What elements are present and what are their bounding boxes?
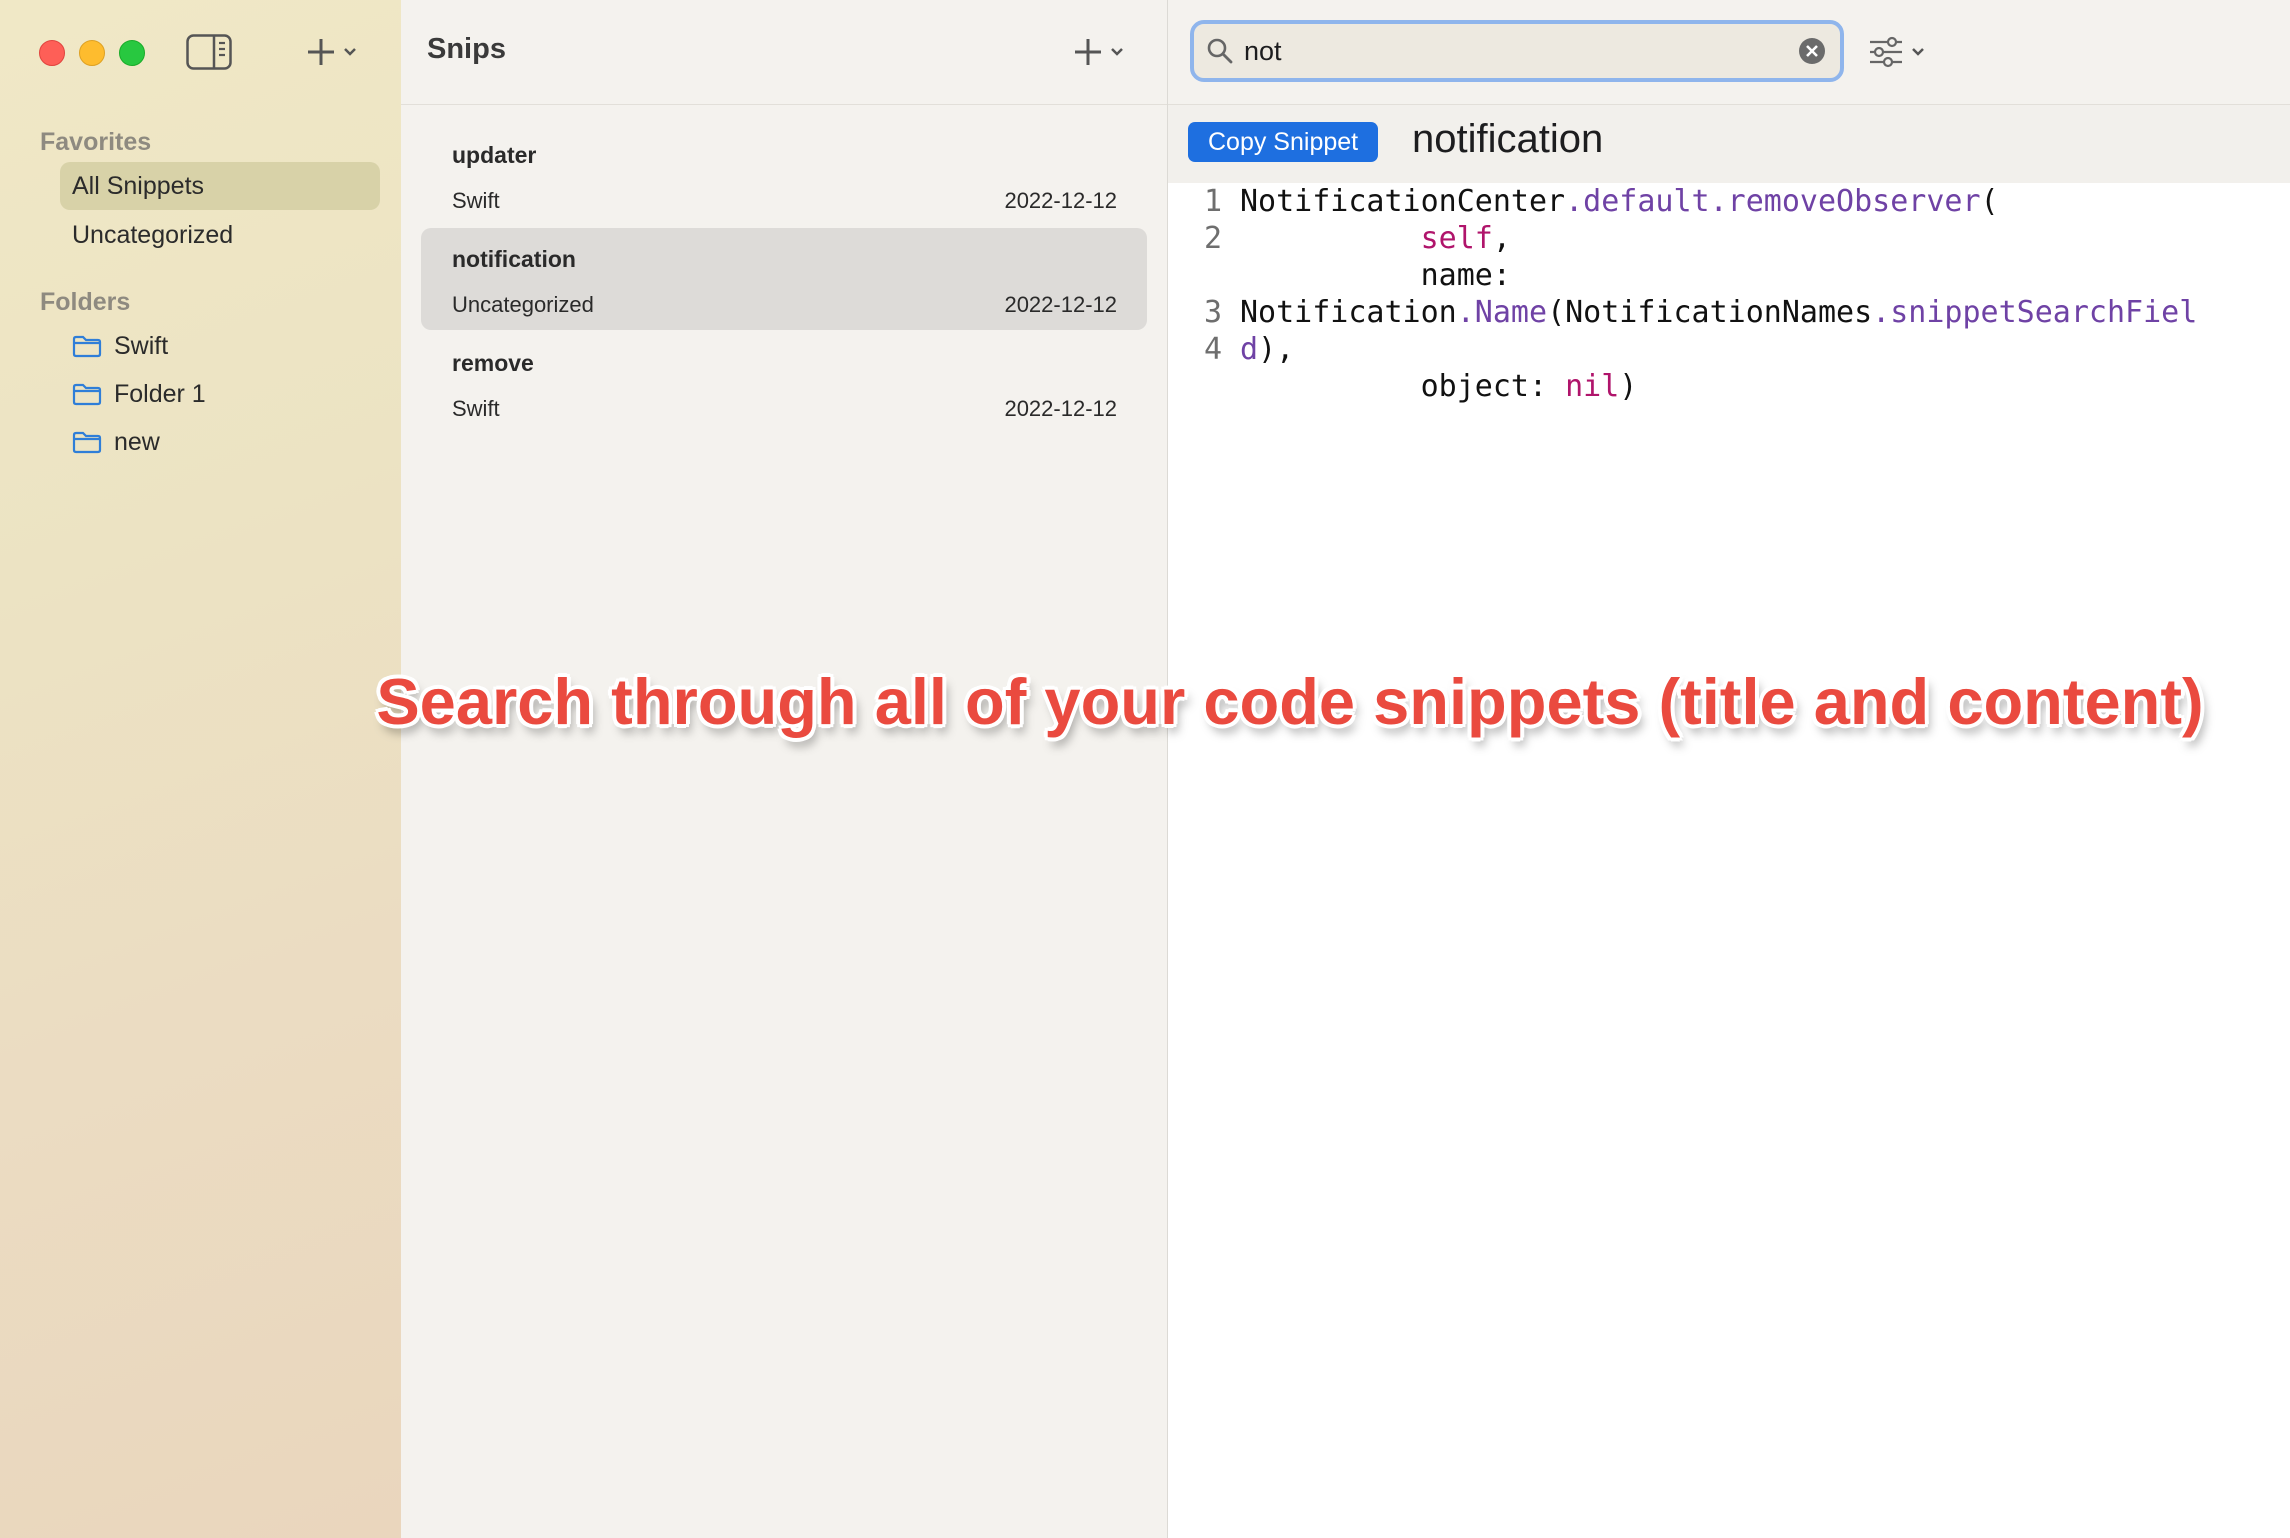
promo-caption: Search through all of your code snippets… (376, 665, 2204, 738)
sidebar-item-label: All Snippets (72, 171, 205, 200)
line-number: 3 (1204, 295, 1223, 330)
snippet-title-heading: notification (1412, 117, 1604, 161)
snippet-detail-pane: Copy Snippet notification 1 2 3 4 Notifi… (1168, 0, 2290, 1538)
list-title: Snips (427, 33, 506, 65)
search-field[interactable] (1190, 20, 1844, 82)
snippet-date: 2022-12-12 (1004, 396, 1117, 421)
chevron-down-icon (1912, 48, 1924, 56)
zoom-window-button[interactable] (119, 40, 145, 66)
code-member: d (1240, 332, 1259, 367)
list-item[interactable]: notification Uncategorized 2022-12-12 (421, 228, 1147, 330)
sliders-icon (1870, 36, 1902, 68)
code-editor[interactable]: 1 2 3 4 NotificationCenter.default.remov… (1168, 183, 2290, 404)
code-member: .snippetSearchFiel (1872, 295, 2198, 330)
line-number: 1 (1204, 184, 1223, 219)
sidebar-item-folder-new[interactable]: new (60, 418, 380, 466)
code-punct: ) (1619, 369, 1638, 404)
sidebar: Favorites All Snippets Uncategorized Fol… (0, 0, 402, 1538)
code-keyword: self (1420, 221, 1493, 256)
folders-header: Folders (40, 288, 131, 316)
code-member: .Name (1456, 295, 1548, 330)
line-number: 2 (1204, 221, 1223, 256)
code-keyword: nil (1565, 369, 1620, 404)
snippet-title-bar: Copy Snippet notification (1168, 105, 2290, 183)
snippet-title: remove (452, 350, 534, 376)
detail-toolbar (1168, 0, 2290, 105)
code-arg: (NotificationNames (1547, 295, 1873, 330)
code-text: NotificationCenter.default.removeObserve… (1240, 183, 2197, 405)
plus-icon (308, 39, 334, 65)
folder-icon (72, 383, 102, 406)
sidebar-item-label: Folder 1 (114, 379, 206, 408)
list-item[interactable]: remove Swift 2022-12-12 (421, 332, 1147, 434)
folder-icon (72, 431, 102, 454)
snippet-folder: Swift (452, 188, 500, 213)
minimize-window-button[interactable] (79, 40, 105, 66)
sidebar-item-label: Swift (114, 331, 169, 360)
favorites-header: Favorites (40, 128, 152, 156)
plus-icon (1075, 39, 1101, 65)
code-type: Notification (1240, 295, 1457, 330)
snippet-list-pane: Snips updater Swift 2022-12-12 notificat… (401, 0, 1168, 1538)
code-member: .default.removeObserver (1565, 184, 1981, 219)
copy-snippet-button[interactable]: Copy Snippet (1188, 122, 1379, 162)
chevron-down-icon (1111, 48, 1123, 56)
snippet-date: 2022-12-12 (1004, 188, 1117, 213)
search-icon (1207, 38, 1233, 64)
code-label: name: (1240, 258, 1511, 293)
code-punct: ( (1980, 184, 1999, 219)
chevron-down-icon (344, 48, 356, 56)
sidebar-item-folder-swift[interactable]: Swift (60, 322, 380, 370)
list-header: Snips (401, 0, 1167, 105)
snippet-folder: Uncategorized (452, 292, 594, 317)
sidebar-item-all-snippets[interactable]: All Snippets (60, 162, 380, 210)
snippet-folder: Swift (452, 396, 500, 421)
code-punct: ), (1258, 332, 1295, 367)
code-label: object: (1240, 369, 1566, 404)
line-number-gutter: 1 2 3 4 (1204, 183, 1222, 368)
sidebar-toggle-icon[interactable] (186, 34, 232, 70)
add-folder-menu-button[interactable] (306, 30, 370, 74)
sidebar-item-folder-1[interactable]: Folder 1 (60, 370, 380, 418)
folder-icon (72, 335, 102, 358)
code-type: NotificationCenter (1240, 184, 1566, 219)
list-item[interactable]: updater Swift 2022-12-12 (421, 124, 1147, 226)
snippet-date: 2022-12-12 (1004, 292, 1117, 317)
filter-options-button[interactable] (1868, 30, 1938, 74)
add-snippet-menu-button[interactable] (1073, 30, 1137, 74)
close-window-button[interactable] (39, 40, 65, 66)
search-input[interactable] (1244, 32, 1774, 70)
line-number: 4 (1204, 332, 1223, 367)
sidebar-item-label: Uncategorized (72, 220, 234, 249)
snippet-title: notification (452, 246, 576, 272)
sidebar-item-uncategorized[interactable]: Uncategorized (60, 211, 380, 259)
snippet-title: updater (452, 142, 537, 168)
code-punct: , (1492, 221, 1511, 256)
sidebar-item-label: new (114, 427, 160, 456)
clear-search-icon[interactable] (1798, 37, 1826, 65)
